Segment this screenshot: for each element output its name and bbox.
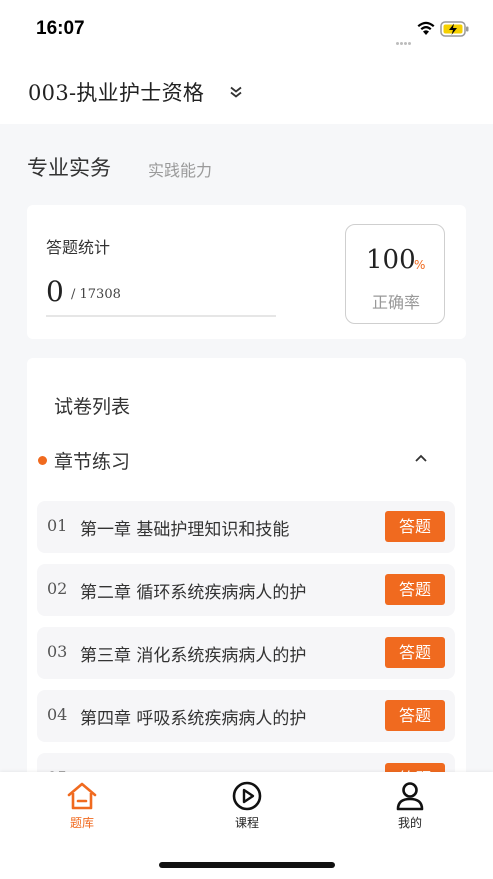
answered-count: 0 xyxy=(46,275,64,308)
wifi-icon xyxy=(417,21,435,35)
chapter-name: 第一章 基础护理知识和技能 xyxy=(80,520,290,540)
stats-card: 答题统计 0 / 17308 100 % 正确率 xyxy=(27,205,466,339)
play-circle-icon xyxy=(232,781,262,811)
chapter-name: 第四章 呼吸系统疾病病人的护 xyxy=(80,709,307,729)
app-header: 003-执业护士资格 xyxy=(0,60,493,124)
tab-label: 课程 xyxy=(234,816,259,830)
answer-button[interactable]: 答题 xyxy=(385,574,445,605)
tab-question-bank[interactable]: 题库 xyxy=(42,780,122,831)
chapter-row[interactable]: 04 第四章 呼吸系统疾病病人的护 答题 xyxy=(37,690,455,742)
chevron-up-icon[interactable] xyxy=(413,452,429,464)
tab-professional-practice[interactable]: 专业实务 xyxy=(27,152,111,182)
accuracy-value: 100 xyxy=(366,245,416,275)
home-indicator xyxy=(159,862,335,868)
progress-bar xyxy=(46,315,276,317)
status-time: 16:07 xyxy=(36,18,85,39)
tab-courses[interactable]: 课程 xyxy=(207,780,287,831)
section-title[interactable]: 章节练习 xyxy=(54,447,130,474)
chapter-row[interactable]: 01 第一章 基础护理知识和技能 答题 xyxy=(37,501,455,553)
chapter-row[interactable]: 03 第三章 消化系统疾病病人的护 答题 xyxy=(37,627,455,679)
chapter-number: 01 xyxy=(47,516,68,535)
tab-label: 我的 xyxy=(397,816,422,830)
signal-icon xyxy=(396,30,414,45)
chapter-name: 第三章 消化系统疾病病人的护 xyxy=(80,646,307,666)
chapter-name: 第二章 循环系统疾病病人的护 xyxy=(80,583,307,603)
paper-list-card: 试卷列表 章节练习 01 第一章 基础护理知识和技能 答题 02 第二章 循环系… xyxy=(27,358,466,778)
chapter-row[interactable]: 02 第二章 循环系统疾病病人的护 答题 xyxy=(37,564,455,616)
double-chevron-down-icon[interactable] xyxy=(229,86,243,98)
paper-list-title: 试卷列表 xyxy=(54,396,131,418)
chapter-number: 02 xyxy=(47,579,68,598)
stats-label: 答题统计 xyxy=(46,238,111,257)
answer-button[interactable]: 答题 xyxy=(385,511,445,542)
answer-button[interactable]: 答题 xyxy=(385,700,445,731)
status-bar: 16:07 xyxy=(0,0,493,60)
exam-selector[interactable]: 003-执业护士资格 xyxy=(28,77,204,107)
accuracy-box: 100 % 正确率 xyxy=(345,224,445,324)
chapter-number: 03 xyxy=(47,642,68,661)
subject-tabs: 专业实务 实践能力 xyxy=(0,124,493,204)
tab-label: 题库 xyxy=(69,816,94,830)
battery-charging-icon xyxy=(440,21,469,37)
home-icon xyxy=(67,782,97,810)
user-icon xyxy=(396,782,424,811)
section-dot xyxy=(38,456,47,465)
accuracy-unit: % xyxy=(414,258,426,272)
total-count: / 17308 xyxy=(71,287,121,302)
tab-mine[interactable]: 我的 xyxy=(370,780,450,831)
answer-button[interactable]: 答题 xyxy=(385,637,445,668)
accuracy-label: 正确率 xyxy=(371,293,420,312)
chapter-number: 04 xyxy=(47,705,68,724)
tab-practical-ability[interactable]: 实践能力 xyxy=(148,157,212,181)
